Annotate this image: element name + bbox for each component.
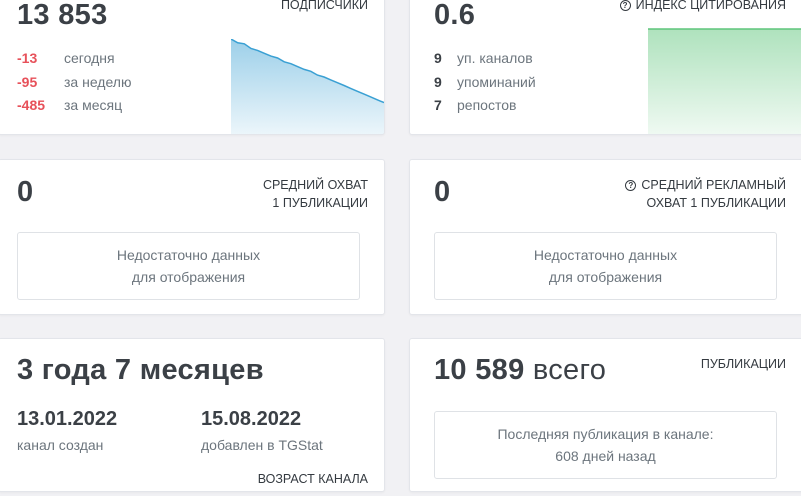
avg-ad-reach-label: ? СРЕДНИЙ РЕКЛАМНЫЙ ОХВАТ 1 ПУБЛИКАЦИИ (625, 176, 786, 212)
stat-mentions: 9 упоминаний (434, 74, 536, 90)
subscribers-label: ПОДПИСЧИКИ (280, 0, 368, 12)
question-circle-icon[interactable]: ? (625, 180, 637, 191)
avg-reach-label: СРЕДНИЙ ОХВАТ 1 ПУБЛИКАЦИИ (262, 178, 368, 210)
citation-index-label: ? ИНДЕКС ЦИТИРОВАНИЯ (619, 0, 786, 14)
stat-mentioning-channels: 9 уп. каналов (434, 50, 533, 66)
avg-reach-value: 0 (17, 176, 34, 208)
no-data-box: Недостаточно данных для отображения (17, 232, 360, 300)
avg-ad-reach-card: 0 ? СРЕДНИЙ РЕКЛАМНЫЙ ОХВАТ 1 ПУБЛИКАЦИИ … (409, 159, 801, 315)
chart-area-fill (648, 29, 801, 134)
publications-total: 10 589 всего (434, 354, 607, 386)
channel-age-value: 3 года 7 месяцев (17, 354, 264, 386)
subscribers-card: 13 853 ПОДПИСЧИКИ -13 сегодня -95 за нед… (0, 0, 385, 135)
publications-label: ПУБЛИКАЦИИ (700, 357, 786, 371)
question-circle-icon[interactable]: ? (619, 0, 631, 11)
chart-area-fill (231, 39, 384, 134)
publications-card: 10 589 всего ПУБЛИКАЦИИ Последняя публик… (409, 338, 801, 492)
stat-today: -13 сегодня (17, 50, 115, 66)
no-data-box: Недостаточно данных для отображения (434, 232, 777, 300)
created-date: 13.01.2022 (17, 408, 118, 430)
avg-reach-card: 0 СРЕДНИЙ ОХВАТ 1 ПУБЛИКАЦИИ Недостаточн… (0, 159, 385, 315)
citation-card: 0.6 ? ИНДЕКС ЦИТИРОВАНИЯ 9 уп. каналов 9 … (409, 0, 801, 135)
citation-index-value: 0.6 (434, 0, 476, 31)
last-publication-box: Последняя публикация в канале: 608 дней … (434, 411, 777, 479)
stat-reposts: 7 репостов (434, 97, 517, 113)
added-label: добавлен в TGStat (201, 437, 323, 453)
citation-trend-chart (648, 28, 801, 134)
subscribers-trend-chart (231, 39, 384, 134)
channel-age-label: ВОЗРАСТ КАНАЛА (257, 472, 368, 486)
subscribers-count: 13 853 (17, 0, 108, 31)
created-label: канал создан (17, 437, 104, 453)
added-date: 15.08.2022 (201, 408, 302, 430)
avg-ad-reach-value: 0 (434, 176, 451, 208)
channel-age-card: 3 года 7 месяцев 13.01.2022 канал создан… (0, 338, 385, 492)
stat-month: -485 за месяц (17, 97, 123, 113)
stat-week: -95 за неделю (17, 74, 132, 90)
